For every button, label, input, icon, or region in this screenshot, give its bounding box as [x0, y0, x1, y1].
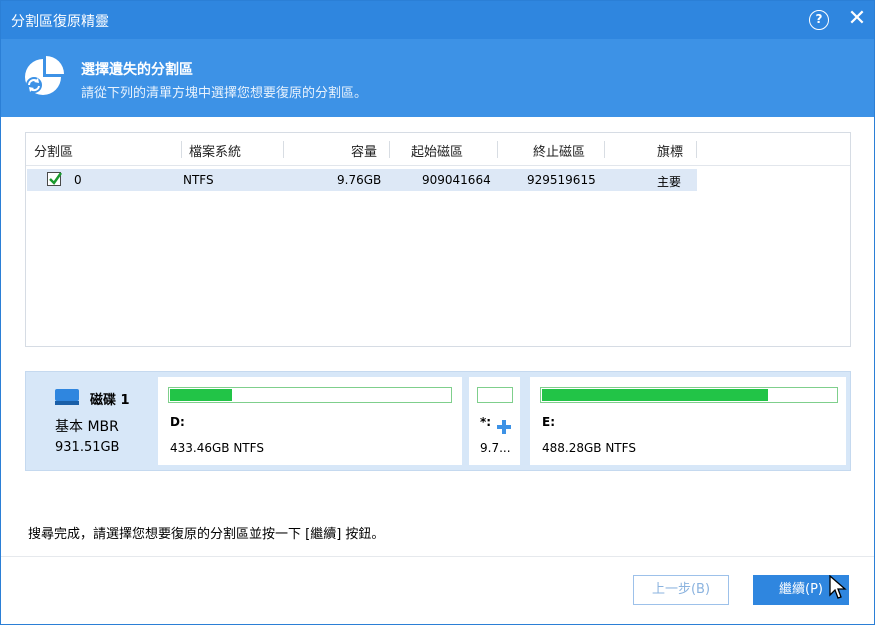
column-header-filesystem[interactable]: 檔案系統	[189, 141, 241, 160]
mouse-cursor-icon	[829, 575, 847, 599]
cell-partition: 0	[74, 173, 82, 187]
footer-divider	[1, 556, 874, 557]
column-header-end-sector[interactable]: 終止磁區	[533, 141, 585, 160]
usage-bar-fill	[170, 389, 232, 401]
column-divider	[389, 141, 390, 158]
table-row[interactable]: 0 NTFS 9.76GB 909041664 929519615 主要	[27, 169, 697, 191]
disk-info[interactable]: 磁碟 1 基本 MBR 931.51GB	[26, 372, 154, 470]
header-banner: 選擇遺失的分割區 請從下列的清單方塊中選擇您想要復原的分割區。	[1, 39, 874, 117]
table-header: 分割區 檔案系統 容量 起始磁區 終止磁區 旗標	[26, 133, 850, 166]
checkmark-icon	[49, 172, 62, 185]
column-divider	[497, 141, 498, 158]
usage-bar-fill	[542, 389, 768, 401]
partition-label: E:	[542, 415, 555, 429]
partition-block-unallocated[interactable]: *: 9.7...	[469, 377, 520, 465]
back-button[interactable]: 上一步(B)	[633, 575, 729, 605]
cell-capacity: 9.76GB	[337, 173, 382, 187]
column-header-start-sector[interactable]: 起始磁區	[411, 141, 463, 160]
partition-info: 9.7...	[480, 441, 511, 455]
partition-checkbox[interactable]	[47, 172, 62, 186]
banner-subtitle: 請從下列的清單方塊中選擇您想要復原的分割區。	[81, 86, 368, 101]
plus-icon	[497, 420, 511, 434]
usage-bar	[477, 387, 513, 403]
help-icon[interactable]: ?	[809, 10, 829, 30]
column-divider	[696, 141, 697, 158]
disk-type: 基本 MBR	[55, 419, 119, 435]
lost-partition-table: 分割區 檔案系統 容量 起始磁區 終止磁區 旗標 0 NTFS 9.76GB 9…	[25, 132, 851, 347]
column-divider	[181, 141, 182, 158]
cell-start-sector: 909041664	[422, 173, 491, 187]
banner-heading: 選擇遺失的分割區	[81, 62, 193, 78]
cell-end-sector: 929519615	[527, 173, 596, 187]
window-title: 分割區復原精靈	[11, 14, 109, 30]
status-message: 搜尋完成，請選擇您想要復原的分割區並按一下 [繼續] 按鈕。	[28, 527, 385, 542]
column-divider	[283, 141, 284, 158]
disk-map: 磁碟 1 基本 MBR 931.51GB D: 433.46GB NTFS *:…	[25, 371, 851, 471]
partition-info: 433.46GB NTFS	[170, 441, 264, 455]
pie-recovery-icon	[25, 56, 64, 95]
partition-label: D:	[170, 415, 185, 429]
recovery-wizard-window: 分割區復原精靈 ? ✕ 選擇遺失的分割區 請從下列的清單方塊中選擇您想要復原的分…	[0, 0, 875, 625]
usage-bar	[168, 387, 452, 403]
usage-bar	[540, 387, 838, 403]
disk-size: 931.51GB	[55, 440, 120, 455]
partition-block-e[interactable]: E: 488.28GB NTFS	[530, 377, 846, 465]
title-bar: 分割區復原精靈 ? ✕	[1, 1, 874, 39]
column-header-flag[interactable]: 旗標	[657, 141, 683, 160]
cell-flag: 主要	[657, 175, 682, 189]
close-icon[interactable]: ✕	[847, 7, 867, 31]
column-header-partition[interactable]: 分割區	[34, 141, 73, 160]
disk-name: 磁碟 1	[90, 393, 130, 408]
column-divider	[604, 141, 605, 158]
partition-block-d[interactable]: D: 433.46GB NTFS	[158, 377, 462, 465]
partition-label: *:	[480, 415, 492, 429]
column-header-capacity[interactable]: 容量	[351, 141, 377, 160]
disk-icon	[55, 389, 79, 405]
partition-info: 488.28GB NTFS	[542, 441, 636, 455]
cell-filesystem: NTFS	[183, 173, 214, 187]
